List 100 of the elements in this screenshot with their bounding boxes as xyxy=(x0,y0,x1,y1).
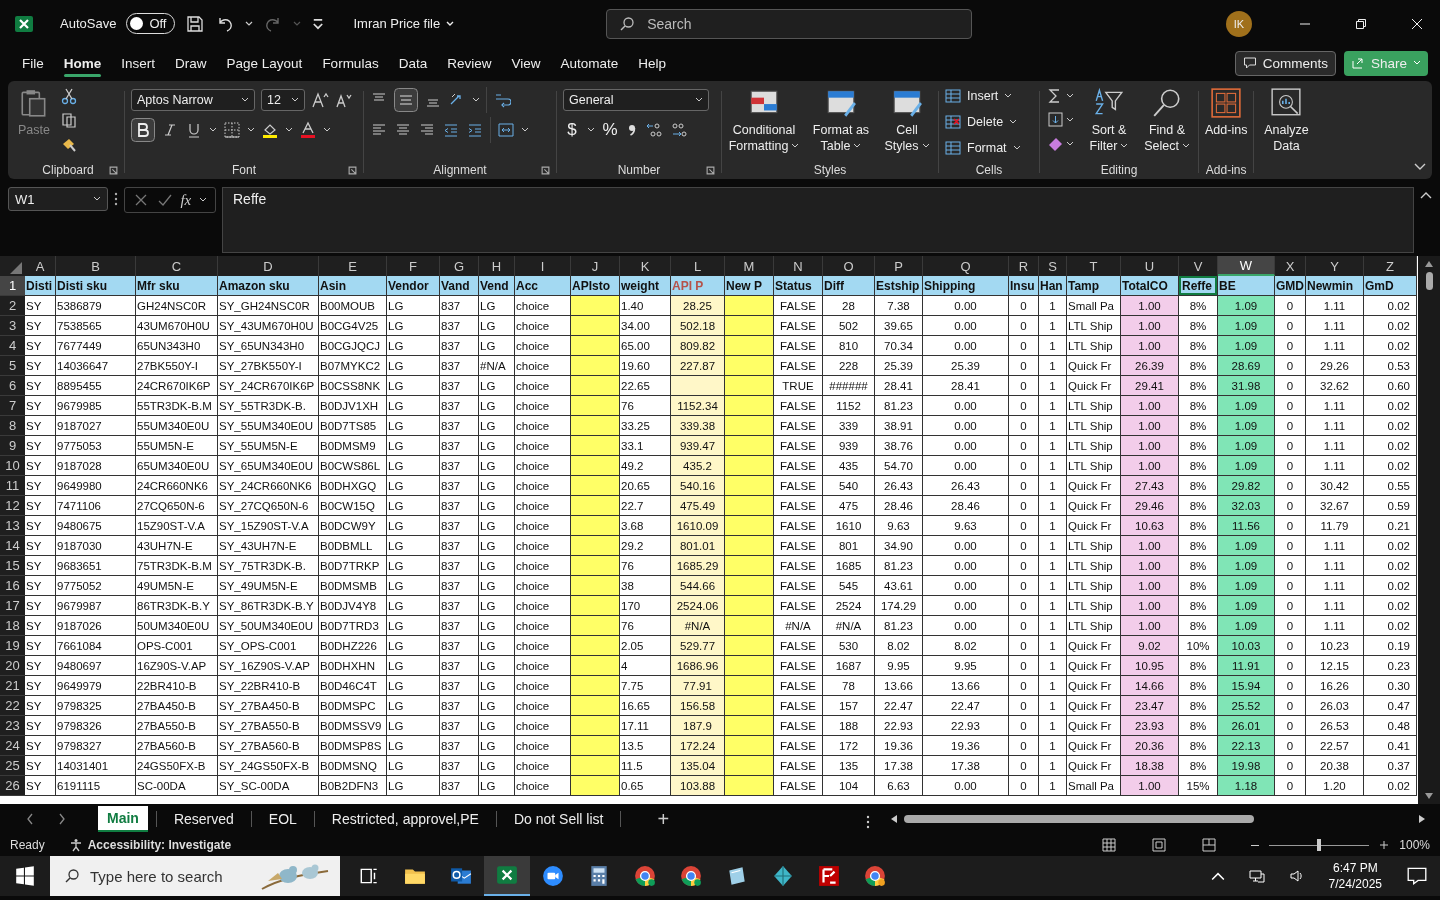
column-header[interactable]: A xyxy=(25,256,56,276)
spreadsheet-app-icon[interactable] xyxy=(496,864,518,886)
collapse-icon[interactable] xyxy=(1420,191,1432,199)
cube-app-icon[interactable] xyxy=(772,865,794,887)
add-ins-button[interactable]: Add-ins xyxy=(1205,85,1248,139)
notes-app-icon[interactable] xyxy=(726,865,748,887)
row-header[interactable]: 17 xyxy=(0,596,25,616)
sheet-tab[interactable]: Restricted, approvel,PE xyxy=(322,807,488,831)
ribbon-tab[interactable]: Insert xyxy=(111,49,166,77)
ribbon-tab[interactable]: File xyxy=(12,49,54,77)
font-color-icon[interactable] xyxy=(299,121,317,139)
insert-function-button[interactable]: fx xyxy=(180,191,192,209)
column-header[interactable]: N xyxy=(774,256,823,276)
analyze-data-button[interactable]: Analyze Data xyxy=(1260,85,1313,155)
row-header[interactable]: 11 xyxy=(0,476,25,496)
ribbon-tab[interactable]: Data xyxy=(388,49,438,77)
row-header[interactable]: 7 xyxy=(0,396,25,416)
cells-button[interactable]: Delete xyxy=(945,111,1018,133)
select-all-icon[interactable] xyxy=(0,256,25,276)
row-header[interactable]: 1 xyxy=(0,276,25,296)
column-header[interactable]: M xyxy=(725,256,774,276)
column-header[interactable]: Y xyxy=(1306,256,1364,276)
row-header[interactable]: 4 xyxy=(0,336,25,356)
row-header[interactable]: 22 xyxy=(0,696,25,716)
row-header[interactable]: 25 xyxy=(0,756,25,776)
row-header[interactable]: 26 xyxy=(0,776,25,796)
column-header[interactable]: S xyxy=(1039,256,1067,276)
column-header[interactable]: T xyxy=(1067,256,1121,276)
ribbon-tab[interactable]: Formulas xyxy=(312,49,389,77)
font-size-dropdown[interactable]: 12 xyxy=(261,89,305,111)
comments-button[interactable]: Comments xyxy=(1234,50,1336,76)
sheet-tab[interactable]: EOL xyxy=(259,807,306,831)
normal-view-icon[interactable] xyxy=(1101,837,1118,853)
ftp-app-icon[interactable] xyxy=(818,865,840,887)
font-family-dropdown[interactable]: Aptos Narrow xyxy=(131,89,255,111)
clock-date[interactable]: 7/24/2025 xyxy=(1328,876,1382,893)
row-header[interactable]: 10 xyxy=(0,456,25,476)
next-sheet-icon[interactable] xyxy=(58,813,66,825)
row-header[interactable]: 19 xyxy=(0,636,25,656)
column-header[interactable]: W xyxy=(1218,256,1275,276)
cells-button[interactable]: Insert xyxy=(945,85,1013,107)
ribbon-tab[interactable]: View xyxy=(501,49,551,77)
scrollbar-thumb[interactable] xyxy=(904,815,1254,823)
file-title-button[interactable]: Imran Price file xyxy=(353,16,455,31)
row-header[interactable]: 3 xyxy=(0,316,25,336)
zoom-in-icon[interactable] xyxy=(1379,840,1390,850)
mail-app-icon[interactable] xyxy=(450,865,472,887)
cells-button[interactable]: Format xyxy=(945,137,1021,159)
clock-time[interactable]: 6:47 PM xyxy=(1332,859,1378,876)
taskbar-search-field[interactable]: Type here to search xyxy=(50,856,340,896)
browser-icon[interactable] xyxy=(680,865,702,887)
sheet-tab[interactable]: Reserved xyxy=(164,807,243,831)
browser-icon[interactable] xyxy=(634,865,656,887)
zoom-level[interactable]: 100% xyxy=(1399,838,1430,852)
row-header[interactable]: 18 xyxy=(0,616,25,636)
sheet-tab[interactable]: Do not Sell list xyxy=(504,807,613,831)
merge-center-icon[interactable] xyxy=(497,121,515,139)
style-button[interactable]: Conditional Formatting xyxy=(728,85,800,155)
column-header[interactable]: D xyxy=(218,256,319,276)
row-header[interactable]: 15 xyxy=(0,556,25,576)
enter-icon[interactable] xyxy=(156,192,173,208)
browser-icon[interactable] xyxy=(864,865,886,887)
column-header[interactable]: P xyxy=(875,256,923,276)
dialog-launcher-icon[interactable] xyxy=(541,165,550,175)
volume-icon[interactable] xyxy=(1288,868,1305,884)
column-header[interactable]: V xyxy=(1179,256,1218,276)
page-layout-icon[interactable] xyxy=(1151,837,1168,853)
dialog-launcher-icon[interactable] xyxy=(109,165,118,175)
user-avatar[interactable]: IK xyxy=(1226,10,1252,37)
column-header[interactable]: X xyxy=(1275,256,1306,276)
middle-align-icon[interactable] xyxy=(394,88,418,112)
column-header[interactable]: R xyxy=(1009,256,1039,276)
copy-icon[interactable] xyxy=(60,111,78,129)
column-header[interactable]: Q xyxy=(923,256,1009,276)
wrap-text-icon[interactable] xyxy=(493,91,511,109)
column-header[interactable]: G xyxy=(440,256,479,276)
column-header[interactable]: J xyxy=(571,256,620,276)
column-header[interactable]: I xyxy=(515,256,571,276)
row-header[interactable]: 20 xyxy=(0,656,25,676)
calculator-icon[interactable] xyxy=(588,865,610,887)
row-header[interactable]: 8 xyxy=(0,416,25,436)
currency-button[interactable]: $ xyxy=(563,120,581,140)
column-header[interactable]: C xyxy=(136,256,218,276)
column-header[interactable]: L xyxy=(671,256,725,276)
add-sheet-button[interactable]: + xyxy=(657,807,670,831)
ribbon-tab[interactable]: Draw xyxy=(165,49,217,77)
row-header[interactable]: 21 xyxy=(0,676,25,696)
increase-indent-icon[interactable] xyxy=(466,121,484,139)
customize-icon[interactable] xyxy=(311,16,326,31)
dialog-launcher-icon[interactable] xyxy=(348,165,357,175)
row-header[interactable]: 2 xyxy=(0,296,25,316)
bold-icon[interactable] xyxy=(131,118,155,142)
start-icon[interactable] xyxy=(14,865,36,887)
search-field[interactable]: Search xyxy=(606,8,973,39)
style-button[interactable]: Cell Styles xyxy=(882,85,932,155)
previous-sheet-icon[interactable] xyxy=(26,813,34,825)
paste-button[interactable]: Paste xyxy=(18,85,50,139)
row-header[interactable]: 13 xyxy=(0,516,25,536)
scroll-left-icon[interactable] xyxy=(890,814,898,824)
column-header[interactable]: O xyxy=(823,256,875,276)
